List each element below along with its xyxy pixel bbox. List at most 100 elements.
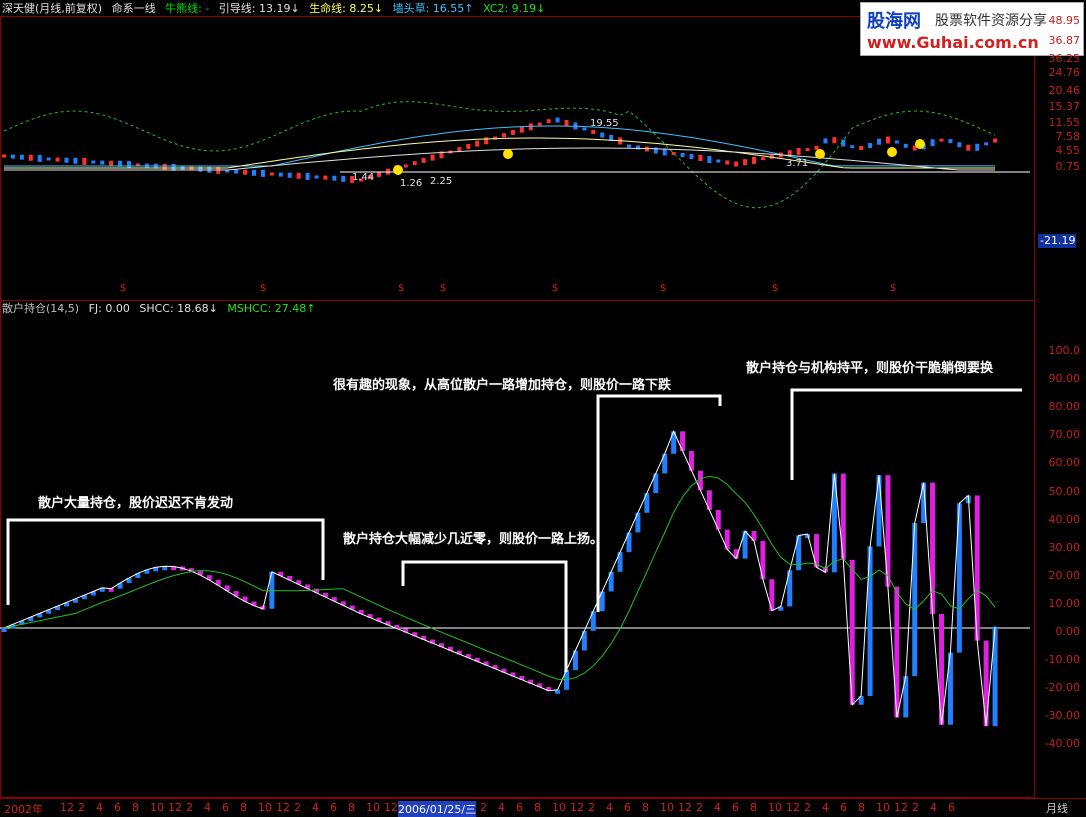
candle	[930, 139, 935, 147]
indicator-shengming: 生命线: 8.25↓	[309, 2, 384, 15]
price-axis-label: 11.55	[1048, 116, 1081, 129]
candle	[850, 145, 855, 149]
candle	[198, 166, 203, 172]
candle	[627, 144, 631, 148]
price-axis: 48.95 36.87 36.25 24.76 20.46 15.37 11.55 7.58 4…	[1036, 0, 1086, 300]
time-axis-label: 12	[60, 801, 74, 814]
time-axis-label: 6	[114, 801, 121, 814]
candle	[582, 127, 587, 131]
retail-axis-label: 100.0	[1048, 344, 1081, 357]
annotation-4: 散户持仓与机构持平，则股价干脆躺倒要换	[746, 361, 994, 376]
time-axis-label: 8	[534, 801, 541, 814]
time-axis-label: 6	[330, 801, 337, 814]
candle	[993, 138, 998, 143]
time-axis: 2002年 12 2 4 6 8 10 12 2 4 6 8 10 12 2 4 6 8 10 12 2006/01/2…	[0, 798, 1086, 817]
annotation-bracket	[401, 560, 568, 672]
yindao-line	[4, 147, 996, 171]
candle	[707, 156, 712, 163]
candle	[341, 175, 346, 182]
candle	[475, 140, 480, 147]
candle	[510, 129, 515, 135]
retail-axis-label: 50.00	[1048, 484, 1081, 498]
time-axis-label: 8	[858, 801, 865, 814]
candle	[46, 157, 51, 161]
price-axis-label: 48.95	[1048, 14, 1081, 27]
annotation-bracket	[596, 394, 722, 612]
candle	[10, 154, 15, 159]
retail-axis-label: 40.00	[1048, 512, 1081, 526]
side-value: -21.19	[1040, 234, 1076, 247]
annotation-bracket	[6, 518, 325, 605]
time-axis-label: 2	[78, 801, 85, 814]
candle	[403, 164, 408, 168]
price-mark: 19.55	[590, 118, 619, 129]
time-axis-label: 8	[240, 801, 247, 814]
candle	[725, 160, 730, 165]
retail-axis-label: 60.00	[1048, 456, 1081, 470]
candle	[2, 154, 6, 158]
candle	[314, 175, 319, 179]
time-axis-label: 10	[552, 801, 566, 814]
candle	[305, 172, 310, 180]
time-axis-label: 12	[786, 801, 800, 814]
candle	[519, 126, 524, 133]
time-axis-label: 10	[366, 801, 380, 814]
candle	[430, 154, 435, 161]
price-mark: 1.44	[352, 172, 374, 183]
price-mark: 1.26	[400, 178, 422, 189]
candle	[377, 171, 381, 177]
candle	[555, 117, 560, 123]
candle	[734, 161, 739, 167]
candle	[805, 148, 810, 152]
price-mark: 2.25	[430, 176, 452, 187]
buy-signal-mark: $	[440, 283, 446, 294]
signal-dot	[915, 139, 925, 149]
time-axis-label: 10	[258, 801, 272, 814]
candle	[716, 159, 721, 163]
price-axis-label: 0.75	[1055, 160, 1081, 173]
candle	[698, 155, 703, 161]
retail-axis-label: 10.00	[1048, 596, 1081, 610]
price-axis-label: 24.76	[1048, 66, 1081, 79]
candle	[502, 133, 506, 138]
candle	[885, 136, 890, 144]
time-axis-label: 10	[876, 801, 890, 814]
candle	[100, 160, 105, 165]
candle	[252, 169, 256, 176]
candle	[28, 154, 33, 161]
annotation-2: 散户持仓大幅减少几近零，则股价一路上扬。	[343, 532, 604, 547]
candle	[484, 137, 489, 145]
candle	[546, 119, 551, 124]
retail-axis-label: 70.00	[1048, 428, 1081, 442]
candle	[234, 169, 239, 174]
time-axis-label: 6	[516, 801, 523, 814]
candle	[760, 157, 765, 161]
candle	[591, 130, 596, 134]
candle	[868, 143, 873, 149]
annotation-3: 很有趣的现象，从高位散户一路增加持仓，则股价一路下跌	[333, 378, 672, 393]
candle	[877, 138, 881, 145]
candle	[957, 142, 962, 148]
candle	[91, 160, 96, 164]
annotation-bracket	[790, 388, 1022, 480]
buy-signal-mark: $	[120, 283, 126, 294]
candle	[82, 157, 87, 165]
candle	[939, 138, 944, 142]
candle	[832, 137, 837, 144]
time-axis-label: 8	[348, 801, 355, 814]
candle	[984, 142, 989, 146]
candle	[73, 157, 78, 164]
candle	[332, 175, 337, 181]
candle	[859, 145, 864, 150]
retail-axis-label: 30.00	[1048, 540, 1081, 554]
candle	[55, 157, 60, 162]
candle	[296, 172, 301, 179]
retail-axis-label: 90.00	[1048, 372, 1081, 386]
price-axis-label: 20.46	[1048, 84, 1081, 97]
candle	[19, 154, 24, 160]
time-axis-label: 4	[498, 801, 505, 814]
time-axis-label: 4	[930, 801, 937, 814]
candle	[537, 122, 542, 126]
time-axis-label: 2	[480, 801, 487, 814]
time-axis-label: 12	[384, 801, 398, 814]
